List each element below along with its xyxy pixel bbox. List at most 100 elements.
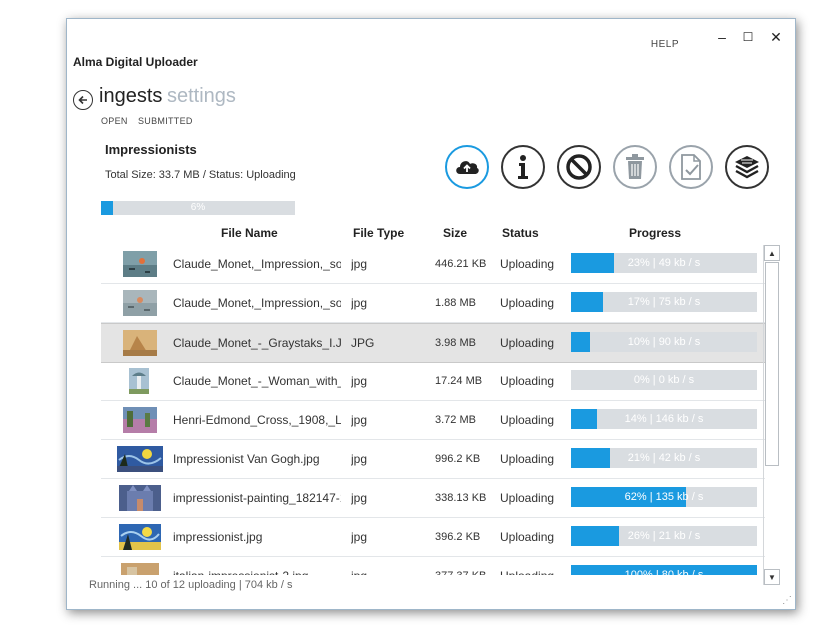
file-status-cell: Uploading — [500, 530, 555, 544]
back-arrow-icon — [78, 95, 87, 105]
file-progress-bar: 100% | 80 kb / s — [571, 565, 757, 575]
back-button[interactable] — [73, 90, 93, 110]
file-status-cell: Uploading — [500, 336, 555, 350]
column-header-file-name[interactable]: File Name — [221, 226, 278, 240]
file-type-cell: jpg — [351, 530, 368, 544]
scroll-up-arrow-icon[interactable]: ▲ — [764, 245, 780, 261]
scroll-thumb[interactable] — [765, 262, 779, 466]
file-progress-text: 62% | 135 kb / s — [624, 491, 704, 503]
file-row[interactable]: impressionist-painting_182147-1920.jpg jp… — [101, 479, 765, 518]
file-row[interactable]: Impressionist Van Gogh.jpg jpg 996.2 KB Upl… — [101, 440, 765, 479]
ingest-summary: Total Size: 33.7 MB / Status: Uploading — [105, 169, 296, 181]
minimize-button[interactable]: – — [713, 29, 731, 45]
file-name-cell: Henri-Edmond_Cross,_1908,_Les_Iles_d'Or — [173, 413, 341, 427]
info-icon — [518, 155, 528, 179]
action-toolbar — [445, 145, 769, 189]
file-size-cell: 1.88 MB — [435, 297, 476, 309]
file-name-cell: impressionist.jpg — [173, 530, 263, 544]
maximize-button[interactable]: ☐ — [739, 30, 757, 44]
file-row[interactable]: Claude_Monet,_Impression,_soleil_levant j… — [101, 245, 765, 284]
file-progress-text: 17% | 75 kb / s — [627, 296, 701, 308]
file-progress-text: 23% | 49 kb / s — [627, 257, 701, 269]
approve-document-icon — [681, 154, 701, 180]
file-name-cell: impressionist-painting_182147-1920.jpg — [173, 491, 341, 505]
file-thumbnail — [123, 407, 157, 433]
file-type-cell: jpg — [351, 374, 368, 388]
approve-button[interactable] — [669, 145, 713, 189]
file-type-cell: JPG — [351, 336, 375, 350]
file-type-cell: jpg — [351, 413, 368, 427]
delete-icon — [626, 154, 644, 179]
subtab-submitted[interactable]: SUBMITTED — [138, 116, 193, 126]
file-type-cell: jpg — [351, 257, 368, 271]
file-row[interactable]: Claude_Monet_-_Woman_with_a_Parasol jpg 17… — [101, 362, 765, 401]
ingest-title: Impressionists — [105, 142, 197, 157]
file-type-cell: jpg — [351, 452, 368, 466]
file-name-cell: Impressionist Van Gogh.jpg — [173, 452, 320, 466]
resize-grip-icon[interactable]: ⋰ — [782, 595, 792, 606]
column-header-size[interactable]: Size — [443, 226, 467, 240]
file-name-cell: Claude_Monet_-_Woman_with_a_Parasol — [173, 374, 341, 388]
file-row[interactable]: italian-impressionist-2.jpg jpg 377.37 KBU… — [101, 557, 765, 575]
file-row[interactable]: Claude_Monet_-_Graystaks_I.JPG JPG 3.98 MB… — [101, 323, 765, 363]
file-name-cell: italian-impressionist-2.jpg — [173, 569, 341, 575]
file-row[interactable]: Henri-Edmond_Cross,_1908,_Les_Iles_d'Or j… — [101, 401, 765, 440]
file-thumbnail — [121, 563, 159, 575]
file-thumbnail — [119, 524, 161, 550]
column-header-progress[interactable]: Progress — [629, 226, 681, 240]
file-thumbnail — [123, 290, 157, 316]
uploader-window: Alma Digital Uploader HELP – ☐ ✕ ingests… — [66, 18, 796, 610]
file-type-cell: jpg — [351, 569, 411, 575]
file-progress-text: 0% | 0 kb / s — [633, 374, 695, 386]
file-status-cell: Uploading — [500, 257, 555, 271]
file-status-cell: Uploading — [500, 374, 555, 388]
title-bar[interactable]: Alma Digital Uploader HELP – ☐ ✕ — [67, 19, 795, 75]
overall-progress-bar: 6% — [101, 201, 295, 215]
file-type-cell: jpg — [351, 491, 368, 505]
file-progress-bar: 17% | 75 kb / s — [571, 292, 757, 312]
file-size-cell: 3.98 MB — [435, 337, 476, 349]
file-progress-bar: 26% | 21 kb / s — [571, 526, 757, 546]
file-progress-text: 100% | 80 kb / s — [624, 569, 704, 575]
file-size-cell: 377.37 KB — [435, 570, 497, 575]
file-progress-bar: 10% | 90 kb / s — [571, 332, 757, 352]
file-progress-text: 21% | 42 kb / s — [627, 452, 701, 464]
file-thumbnail — [117, 446, 163, 472]
file-name-cell: Claude_Monet,_Impression,_soleil_levant — [173, 257, 341, 271]
batch-layers-button[interactable] — [725, 145, 769, 189]
file-size-cell: 3.72 MB — [435, 414, 476, 426]
file-size-cell: 996.2 KB — [435, 453, 481, 465]
nav-ingests[interactable]: ingests — [99, 85, 162, 108]
status-bar-text: Running ... 10 of 12 uploading | 704 kb … — [89, 579, 293, 591]
subtab-open[interactable]: OPEN — [101, 116, 128, 126]
file-progress-bar: 23% | 49 kb / s — [571, 253, 757, 273]
scroll-down-arrow-icon[interactable]: ▼ — [764, 569, 780, 585]
file-progress-text: 10% | 90 kb / s — [627, 336, 701, 348]
file-list-scrollbar[interactable]: ▲ ▼ — [763, 245, 780, 585]
file-thumbnail — [119, 485, 161, 511]
file-status-cell: Uploading — [500, 296, 555, 310]
file-row[interactable]: Claude_Monet,_Impression,_soleil_levant j… — [101, 284, 765, 323]
upload-icon — [456, 161, 479, 174]
file-progress-text: 14% | 146 kb / s — [624, 413, 704, 425]
file-status-cell: Uploading — [500, 569, 570, 575]
upload-button[interactable] — [445, 145, 489, 189]
file-list: Claude_Monet,_Impression,_soleil_levantj… — [101, 245, 765, 575]
file-row[interactable]: impressionist.jpg jpg 396.2 KB Uploading 26%… — [101, 518, 765, 557]
help-link[interactable]: HELP — [651, 39, 679, 50]
file-size-cell: 17.24 MB — [435, 375, 483, 387]
file-name-cell: Claude_Monet_-_Graystaks_I.JPG — [173, 336, 341, 350]
cancel-button[interactable] — [557, 145, 601, 189]
file-progress-bar: 21% | 42 kb / s — [571, 448, 757, 468]
file-status-cell: Uploading — [500, 452, 555, 466]
info-button[interactable] — [501, 145, 545, 189]
column-header-file-type[interactable]: File Type — [353, 226, 404, 240]
file-progress-bar: 0% | 0 kb / s — [571, 370, 757, 390]
column-header-status[interactable]: Status — [502, 226, 539, 240]
close-button[interactable]: ✕ — [767, 29, 785, 46]
app-title: Alma Digital Uploader — [73, 55, 198, 69]
file-thumbnail — [129, 368, 149, 394]
delete-button[interactable] — [613, 145, 657, 189]
file-size-cell: 338.13 KB — [435, 492, 487, 504]
nav-settings[interactable]: settings — [167, 85, 236, 108]
